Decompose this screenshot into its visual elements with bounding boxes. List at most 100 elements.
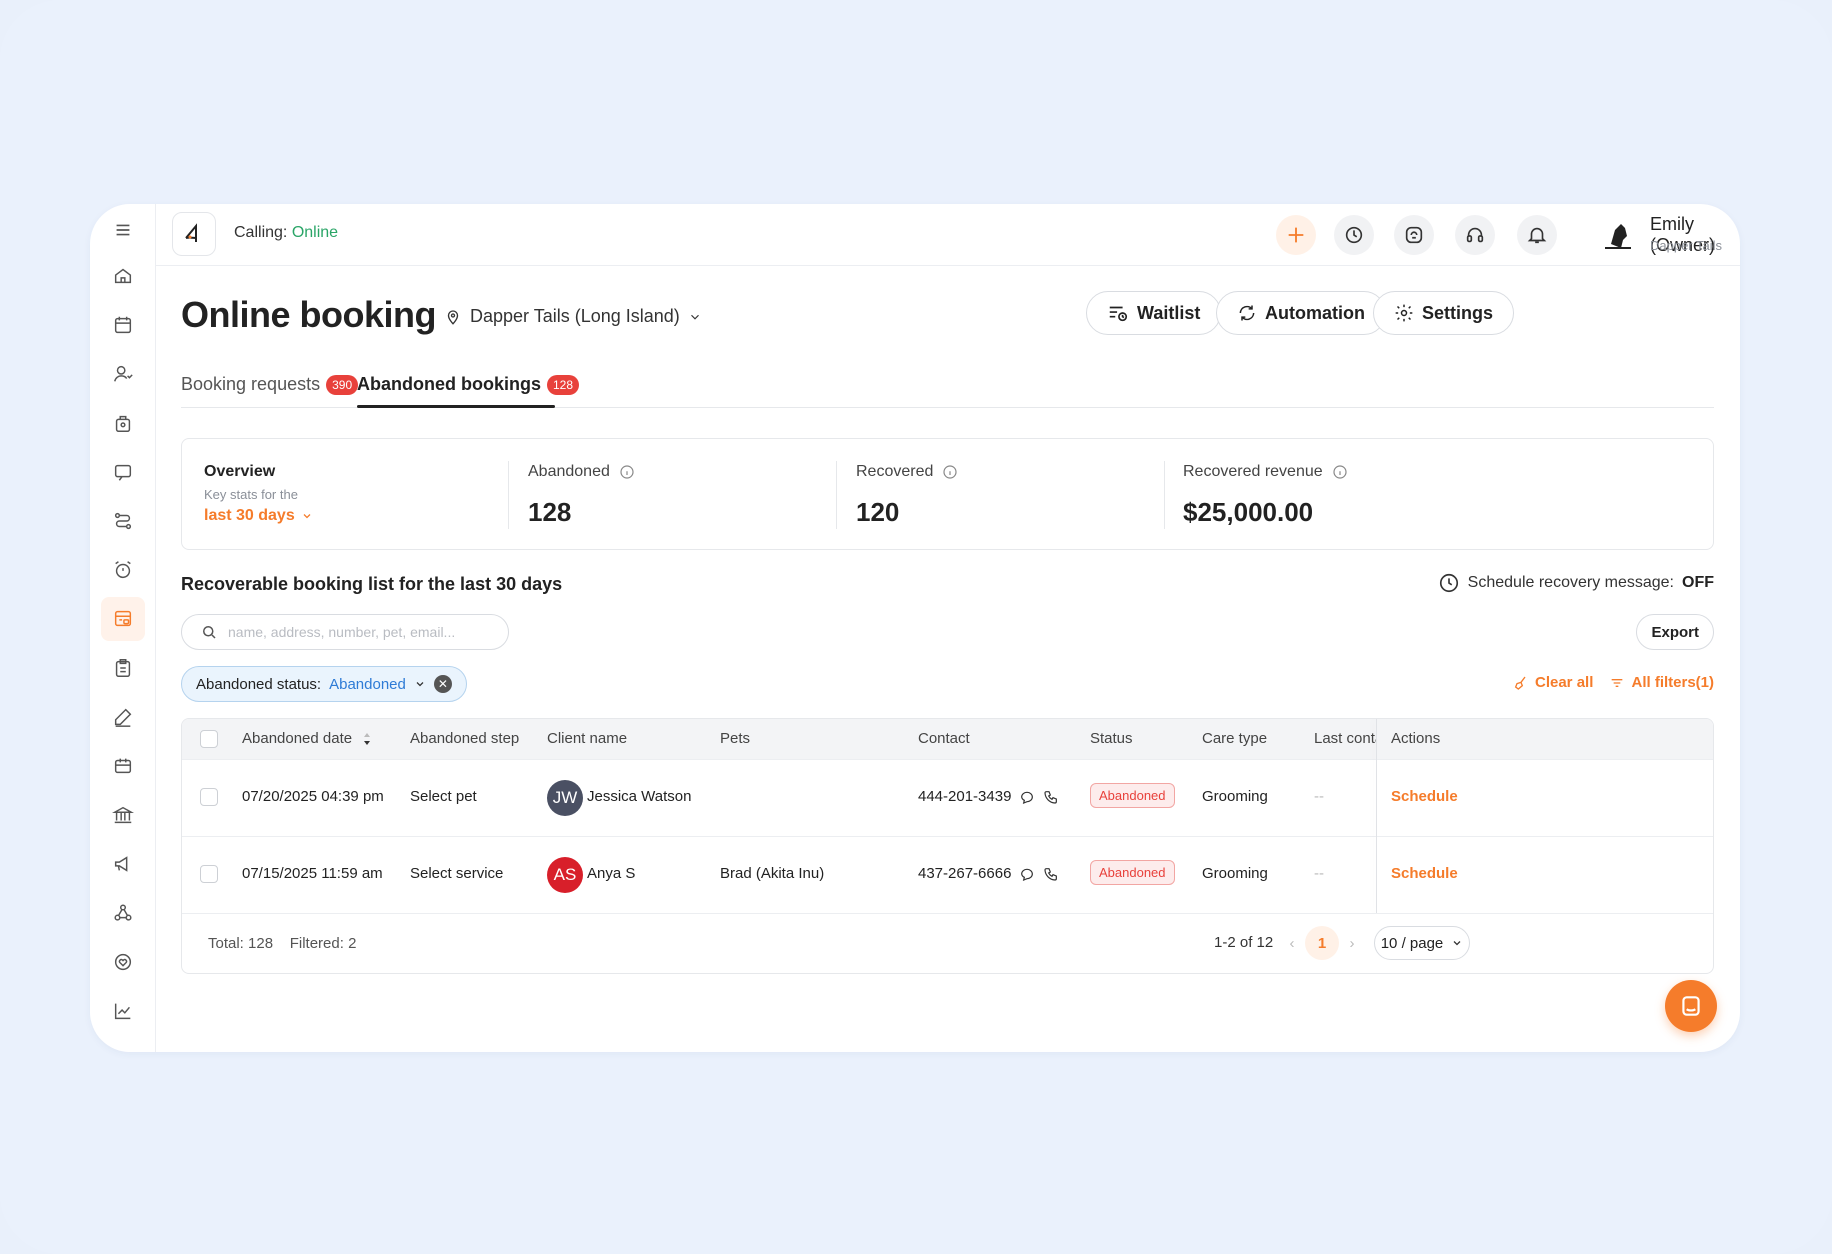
phone-icon[interactable] xyxy=(1043,789,1059,805)
divider xyxy=(836,461,837,529)
active-tab-indicator xyxy=(357,405,555,408)
chat-icon[interactable] xyxy=(1019,789,1035,805)
overview-title: Overview xyxy=(204,463,276,480)
main-content: Online booking Dapper Tails (Long Island… xyxy=(156,266,1740,1052)
headset-icon[interactable] xyxy=(1455,215,1495,255)
automation-button[interactable]: Automation xyxy=(1216,291,1386,335)
menu-icon[interactable] xyxy=(107,214,139,246)
clock-icon xyxy=(1439,573,1458,593)
col-pets: Pets xyxy=(720,730,751,747)
divider xyxy=(508,461,509,529)
calling-label: Calling: xyxy=(234,224,288,241)
table-header: Abandoned date Abandoned step Client nam… xyxy=(182,719,1713,759)
bank-icon[interactable] xyxy=(107,799,139,831)
next-page-icon[interactable]: › xyxy=(1335,926,1369,960)
phone-icon[interactable] xyxy=(1043,866,1059,882)
schedule-link[interactable]: Schedule xyxy=(1391,788,1458,805)
sidebar xyxy=(90,204,156,1052)
megaphone-icon[interactable] xyxy=(107,848,139,880)
alarm-icon[interactable] xyxy=(107,554,139,586)
pet-bag-icon[interactable] xyxy=(107,407,139,439)
client-icon[interactable] xyxy=(107,358,139,390)
select-all-checkbox[interactable] xyxy=(200,730,218,748)
agent-icon[interactable] xyxy=(1394,215,1434,255)
all-filters-label: All filters(1) xyxy=(1631,674,1714,691)
range-selector[interactable]: last 30 days xyxy=(204,507,313,525)
export-button[interactable]: Export xyxy=(1636,614,1714,650)
abandoned-date: 07/15/2025 11:59 am xyxy=(242,865,383,882)
bell-icon[interactable] xyxy=(1517,215,1557,255)
prev-page-icon[interactable]: ‹ xyxy=(1275,926,1309,960)
phone-number: 437-267-6666 xyxy=(918,865,1012,882)
schedule-recovery-toggle[interactable]: Schedule recovery message: OFF xyxy=(1438,572,1714,594)
stat-revenue-label: Recovered revenue xyxy=(1183,463,1349,481)
home-icon[interactable] xyxy=(107,260,139,292)
workflow-icon[interactable] xyxy=(107,505,139,537)
tab-abandoned-bookings[interactable]: Abandoned bookings 128 xyxy=(357,374,580,395)
overview-subtitle: Key stats for the xyxy=(204,487,298,502)
column-label: Abandoned date xyxy=(242,730,353,747)
plus-icon[interactable] xyxy=(1276,215,1316,255)
schedule-link[interactable]: Schedule xyxy=(1391,865,1458,882)
table-counts: Total: 128 Filtered: 2 xyxy=(208,935,356,952)
chart-icon[interactable] xyxy=(107,995,139,1027)
chat-icon[interactable] xyxy=(1019,866,1035,882)
client-name[interactable]: Jessica Watson xyxy=(587,788,691,805)
info-icon[interactable] xyxy=(941,463,959,481)
tab-label: Booking requests xyxy=(181,374,321,394)
remove-filter-icon[interactable]: ✕ xyxy=(433,675,452,693)
calling-online[interactable]: Online xyxy=(292,224,338,241)
page-button[interactable]: 1 xyxy=(1305,926,1339,960)
stat-abandoned-label: Abandoned xyxy=(528,463,636,481)
abandoned-date: 07/20/2025 04:39 pm xyxy=(242,788,384,805)
col-abandoned-date[interactable]: Abandoned date xyxy=(242,730,372,747)
phone-number: 444-201-3439 xyxy=(918,788,1012,805)
row-checkbox[interactable] xyxy=(200,788,218,806)
network-icon[interactable] xyxy=(107,897,139,929)
location-label: Dapper Tails (Long Island) xyxy=(470,306,680,326)
filter-chip-value: Abandoned xyxy=(329,675,406,693)
waitlist-label: Waitlist xyxy=(1137,302,1201,323)
ticket-icon[interactable] xyxy=(107,750,139,782)
refresh-icon xyxy=(1239,305,1255,321)
app-window: Calling: Online Emily (Owner) Dapper Tai… xyxy=(90,204,1740,1052)
settings-button[interactable]: Settings xyxy=(1373,291,1515,335)
clock-icon[interactable] xyxy=(1334,215,1374,255)
care-type: Grooming xyxy=(1202,865,1268,882)
business-logo[interactable] xyxy=(1598,215,1638,255)
schedule-value: OFF xyxy=(1682,574,1714,591)
range-label: last 30 days xyxy=(204,507,295,524)
filter-chip[interactable]: Abandoned status: Abandoned ✕ xyxy=(181,666,467,702)
tab-booking-requests[interactable]: Booking requests 390 xyxy=(181,374,359,395)
last-contact: -- xyxy=(1314,788,1324,805)
clipboard-icon[interactable] xyxy=(107,652,139,684)
search-input[interactable] xyxy=(228,624,488,640)
heart-icon[interactable] xyxy=(107,946,139,978)
last-contact: -- xyxy=(1314,865,1324,882)
table-row: 07/20/2025 04:39 pm Select pet JW Jessic… xyxy=(182,759,1713,836)
calendar-icon[interactable] xyxy=(107,309,139,341)
info-icon[interactable] xyxy=(618,463,636,481)
settings-label: Settings xyxy=(1422,302,1494,323)
chevron-down-icon xyxy=(303,514,311,519)
page-size-select[interactable]: 10 / page xyxy=(1374,926,1470,960)
search-icon xyxy=(203,626,216,639)
user-business: Dapper Tails xyxy=(1650,238,1723,253)
info-icon[interactable] xyxy=(1331,463,1349,481)
contact: 437-267-6666 xyxy=(918,865,1059,882)
pen-icon[interactable] xyxy=(107,701,139,733)
tab-bar: Booking requests 390 Abandoned bookings … xyxy=(181,356,1714,408)
location-selector[interactable]: Dapper Tails (Long Island) xyxy=(444,306,702,327)
location-pin-icon xyxy=(447,309,459,325)
row-checkbox[interactable] xyxy=(200,865,218,883)
app-logo[interactable] xyxy=(172,212,216,256)
clear-all-button[interactable]: Clear all xyxy=(1513,674,1593,691)
client-name[interactable]: Anya S xyxy=(587,865,635,882)
all-filters-button[interactable]: All filters(1) xyxy=(1609,674,1714,691)
online-booking-icon[interactable] xyxy=(101,597,145,641)
waitlist-button[interactable]: Waitlist xyxy=(1086,291,1222,335)
chat-support-button[interactable] xyxy=(1665,980,1717,1032)
calling-status: Calling: Online xyxy=(234,224,338,242)
message-icon[interactable] xyxy=(107,456,139,488)
stat-revenue-value: $25,000.00 xyxy=(1183,497,1314,527)
